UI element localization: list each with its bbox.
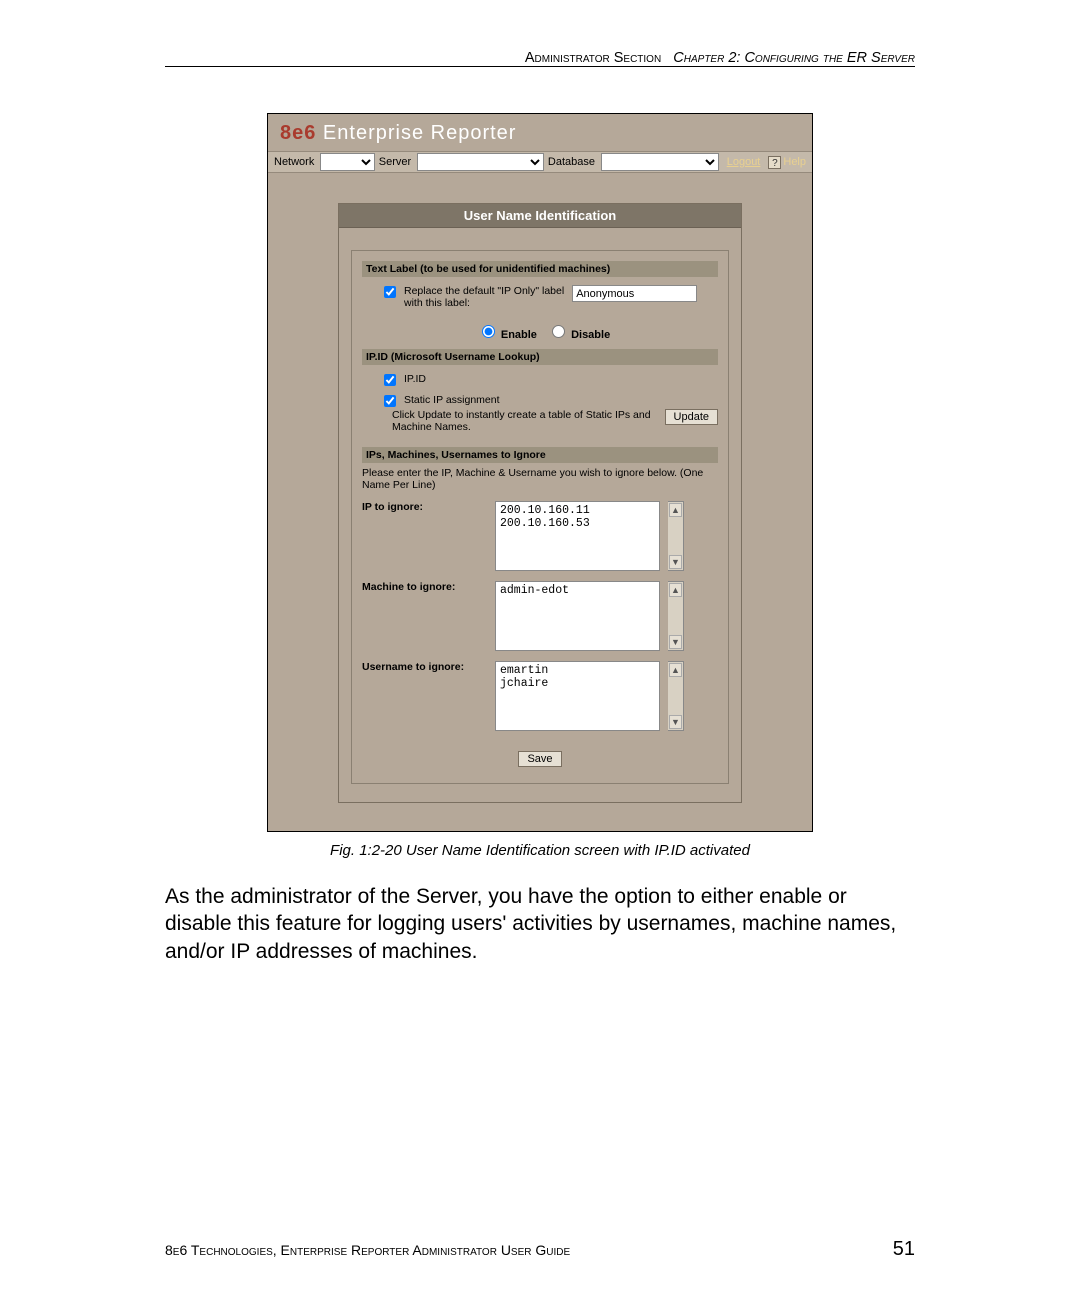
username-ignore-label: Username to ignore: [362,661,487,731]
scroll-up-icon: ▲ [669,503,682,517]
page-number: 51 [893,1238,915,1261]
scroll-up-icon: ▲ [669,583,682,597]
enable-radio[interactable] [482,325,495,338]
ignore-section-header: IPs, Machines, Usernames to Ignore [362,447,718,463]
enable-disable-row: Enable Disable [362,325,718,341]
text-label-section-header: Text Label (to be used for unidentified … [362,261,718,277]
body-paragraph: As the administrator of the Server, you … [165,883,915,965]
replace-label-checkbox[interactable] [384,286,396,298]
main-panel: User Name Identification Text Label (to … [338,203,742,803]
static-ip-checkbox[interactable] [384,395,396,407]
update-button[interactable]: Update [665,409,718,425]
ip-ignore-textarea[interactable] [495,501,660,571]
username-ignore-textarea[interactable] [495,661,660,731]
ipid-section-header: IP.ID (Microsoft Username Lookup) [362,349,718,365]
menu-network-select[interactable] [320,153,374,171]
logout-link[interactable]: Logout [727,156,761,168]
header-rule [165,66,915,67]
machine-ignore-label: Machine to ignore: [362,581,487,651]
footer-text: 8e6 Technologies, Enterprise Reporter Ad… [165,1242,570,1258]
app-title: 8e6 Enterprise Reporter [268,114,812,151]
menu-server-label: Server [379,156,411,168]
menubar: Network Server Database Logout ? Help [268,151,812,173]
menu-server-select[interactable] [417,153,544,171]
app-body: User Name Identification Text Label (to … [268,173,812,831]
help-button[interactable]: ? Help [768,156,806,169]
figure-caption: Fig. 1:2-20 User Name Identification scr… [165,842,915,859]
scroll-down-icon: ▼ [669,555,682,569]
help-icon: ? [768,156,781,169]
static-ip-label: Static IP assignment [404,394,500,406]
app-window: 8e6 Enterprise Reporter Network Server D… [267,113,813,832]
scroll-down-icon: ▼ [669,715,682,729]
replace-label-input[interactable] [572,285,697,302]
scroll-down-icon: ▼ [669,635,682,649]
enable-label: Enable [501,329,537,341]
menu-database-label: Database [548,156,595,168]
replace-label-line2: with this label: [404,297,564,309]
machine-ignore-textarea[interactable] [495,581,660,651]
ipid-label: IP.ID [404,373,426,385]
scroll-up-icon: ▲ [669,663,682,677]
brand-rest: Enterprise Reporter [316,122,516,144]
help-text: Help [783,156,806,168]
username-ignore-scrollbar[interactable]: ▲ ▼ [668,661,684,731]
static-ip-desc: Click Update to instantly create a table… [392,409,655,433]
ip-ignore-label: IP to ignore: [362,501,487,571]
menu-database-select[interactable] [601,153,719,171]
ipid-checkbox[interactable] [384,374,396,386]
chapter-label: Chapter 2: Configuring the ER Server [673,50,915,66]
panel-title: User Name Identification [339,204,741,228]
section-label: Administrator Section [525,50,661,66]
ignore-help-text: Please enter the IP, Machine & Username … [362,467,718,491]
page-footer: 8e6 Technologies, Enterprise Reporter Ad… [165,1238,915,1261]
replace-label-line1: Replace the default "IP Only" label [404,285,564,297]
save-button[interactable]: Save [518,751,561,767]
disable-label: Disable [571,329,610,341]
disable-radio[interactable] [552,325,565,338]
menu-network-label: Network [274,156,314,168]
machine-ignore-scrollbar[interactable]: ▲ ▼ [668,581,684,651]
ip-ignore-scrollbar[interactable]: ▲ ▼ [668,501,684,571]
page-header: Administrator Section Chapter 2: Configu… [165,50,915,66]
brand-accent: 8e6 [280,122,316,144]
inner-panel: Text Label (to be used for unidentified … [351,250,729,784]
